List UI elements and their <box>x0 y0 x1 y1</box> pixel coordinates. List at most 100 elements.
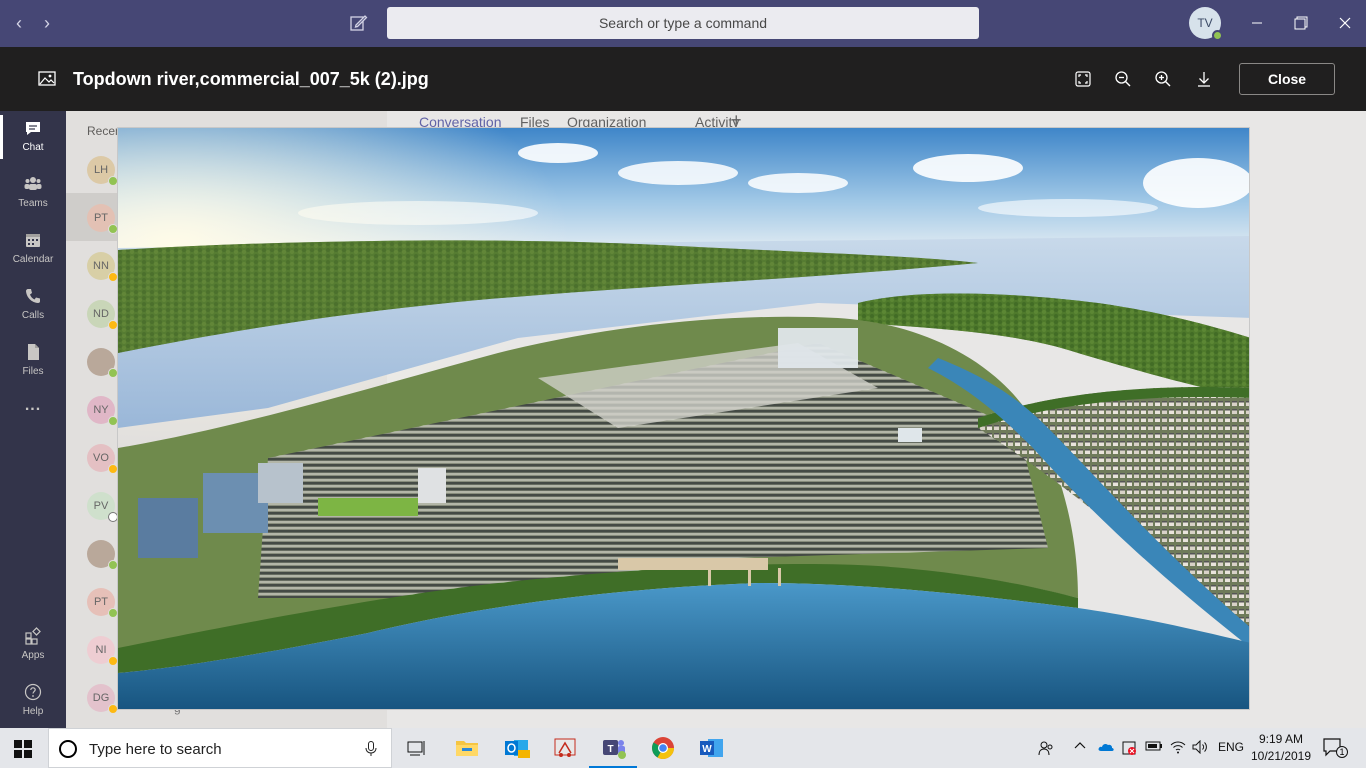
snipping-tool-button[interactable] <box>550 733 580 763</box>
clock-date: 10/21/2019 <box>1250 749 1312 763</box>
close-window-button[interactable] <box>1331 10 1359 36</box>
title-bar: ‹ › Search or type a command TV <box>0 0 1366 47</box>
cortana-icon <box>59 740 77 758</box>
forward-button[interactable]: › <box>36 11 58 35</box>
contact-avatar[interactable]: LH <box>87 156 118 186</box>
outlook-button[interactable] <box>502 733 532 763</box>
close-viewer-button[interactable]: Close <box>1239 63 1335 95</box>
minimize-icon <box>1252 22 1262 24</box>
svg-text:W: W <box>702 744 712 755</box>
profile-avatar[interactable]: TV <box>1189 7 1223 41</box>
rail-label: Calls <box>21 310 45 321</box>
command-search-input[interactable]: Search or type a command <box>387 7 979 39</box>
teams-icon <box>24 177 42 190</box>
rail-label: Chat <box>22 142 44 153</box>
volume-icon[interactable] <box>1192 739 1208 757</box>
rail-item-apps[interactable]: Apps <box>0 623 66 675</box>
task-view-button[interactable] <box>402 733 432 763</box>
rail-item-files[interactable]: Files <box>0 339 66 391</box>
calls-icon <box>26 289 40 303</box>
minimize-button[interactable] <box>1243 10 1271 36</box>
rail-item-calls[interactable]: Calls <box>0 283 66 335</box>
people-icon[interactable] <box>1038 740 1054 759</box>
close-icon <box>1339 17 1351 29</box>
contact-avatar[interactable]: PT <box>87 204 118 234</box>
word-icon: W <box>700 739 723 757</box>
taskbar-search-placeholder: Type here to search <box>89 741 222 758</box>
contact-avatar[interactable]: ND <box>87 300 118 330</box>
windows-taskbar: Type here to search T W ENG 9:19 AM 10/2… <box>0 728 1366 768</box>
app-rail: Chat Teams Calendar Calls Files ... Apps… <box>0 111 66 728</box>
contact-initials: LH <box>93 164 109 176</box>
contact-avatar[interactable] <box>87 348 118 378</box>
compose-button[interactable] <box>347 12 369 34</box>
contact-avatar[interactable] <box>87 540 118 570</box>
word-button[interactable]: W <box>697 733 727 763</box>
download-icon <box>1198 72 1210 87</box>
restore-icon <box>1294 16 1308 30</box>
rail-item-more[interactable]: ... <box>0 395 66 447</box>
input-language[interactable]: ENG <box>1218 740 1244 754</box>
restore-button[interactable] <box>1287 10 1315 36</box>
contact-avatar[interactable]: NI <box>87 636 118 666</box>
rail-item-teams[interactable]: Teams <box>0 171 66 223</box>
taskbar-search-input[interactable]: Type here to search <box>48 728 392 768</box>
rail-label: Apps <box>21 650 45 661</box>
teams-icon: T <box>603 740 626 759</box>
compose-icon <box>350 15 368 31</box>
contact-avatar[interactable]: VO <box>87 444 118 474</box>
rail-label: Help <box>22 706 44 717</box>
image-viewer-header: Topdown river,commercial_007_5k (2).jpg … <box>0 47 1366 111</box>
start-button[interactable] <box>14 740 32 758</box>
contact-initials: VO <box>93 452 109 464</box>
aerial-city-image <box>118 128 1249 709</box>
file-explorer-button[interactable] <box>452 733 482 763</box>
teams-taskbar-button[interactable]: T <box>589 733 637 768</box>
fit-screen-button[interactable] <box>1073 69 1093 89</box>
security-icon[interactable] <box>1121 740 1137 759</box>
task-view-icon <box>407 741 425 756</box>
zoom-out-icon <box>1115 71 1131 87</box>
wifi-icon[interactable] <box>1170 740 1186 757</box>
action-center-button[interactable]: 1 <box>1322 737 1348 759</box>
rail-item-help[interactable]: Help <box>0 679 66 731</box>
contact-avatar[interactable]: NN <box>87 252 118 282</box>
rail-label: Files <box>22 366 44 377</box>
chevron-up-icon <box>1074 742 1086 749</box>
microphone-icon <box>365 741 377 756</box>
file-explorer-icon <box>456 741 478 756</box>
image-preview[interactable] <box>117 127 1250 710</box>
zoom-in-button[interactable] <box>1153 69 1173 89</box>
contact-avatar[interactable]: NY <box>87 396 118 426</box>
contact-initials: PT <box>93 596 109 608</box>
battery-icon[interactable] <box>1145 740 1163 755</box>
rail-item-chat[interactable]: Chat <box>0 115 66 167</box>
contact-avatar[interactable]: PV <box>87 492 118 522</box>
svg-text:T: T <box>607 744 613 755</box>
contact-initials: NI <box>95 644 107 656</box>
chevron-right-icon: › <box>44 13 50 33</box>
show-hidden-icons-button[interactable] <box>1074 740 1086 755</box>
apps-icon <box>25 627 41 645</box>
rail-item-calendar[interactable]: Calendar <box>0 227 66 279</box>
profile-initials: TV <box>1197 16 1213 30</box>
system-clock[interactable]: 9:19 AM 10/21/2019 <box>1248 731 1314 765</box>
onedrive-icon[interactable] <box>1097 740 1115 757</box>
zoom-in-icon <box>1155 71 1171 87</box>
rail-label: Teams <box>18 198 48 209</box>
chrome-button[interactable] <box>648 733 678 763</box>
download-button[interactable] <box>1194 69 1214 89</box>
rail-label: Calendar <box>12 254 54 265</box>
contact-initials: NN <box>93 260 109 272</box>
contact-avatar[interactable]: PT <box>87 588 118 618</box>
contact-avatar[interactable]: DG <box>87 684 118 714</box>
files-icon <box>28 344 39 360</box>
chevron-left-icon: ‹ <box>16 13 22 33</box>
calendar-icon <box>26 234 40 247</box>
status-available-icon <box>1212 30 1223 41</box>
back-button[interactable]: ‹ <box>8 11 30 35</box>
notification-count: 1 <box>1336 746 1348 758</box>
contact-initials: ND <box>93 308 109 320</box>
chrome-icon <box>652 737 674 759</box>
zoom-out-button[interactable] <box>1113 69 1133 89</box>
